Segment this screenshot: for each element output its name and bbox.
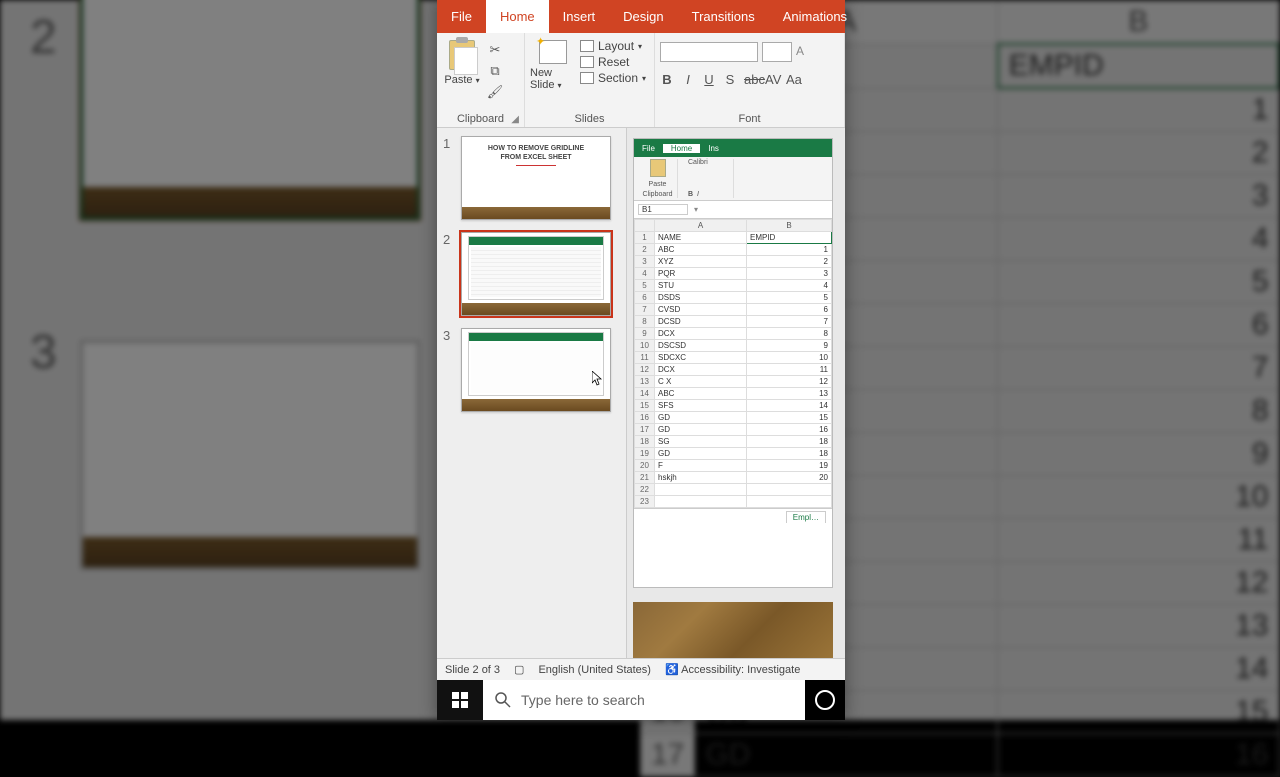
slide-number: 1 bbox=[443, 136, 453, 220]
increase-font-icon[interactable]: A bbox=[796, 44, 804, 58]
notes-icon[interactable]: ▢ bbox=[514, 663, 524, 676]
clipboard-icon bbox=[449, 40, 475, 70]
search-placeholder: Type here to search bbox=[521, 692, 645, 708]
start-button[interactable] bbox=[437, 680, 483, 720]
excel-worksheet[interactable]: AB 1NAMEEMPID 2ABC13XYZ24PQR35STU46DSDS5… bbox=[634, 219, 832, 508]
status-bar: Slide 2 of 3 ▢ English (United States) ♿… bbox=[437, 658, 845, 680]
slide-thumbnail-1[interactable]: HOW TO REMOVE GRIDLINEFROM EXCEL SHEET bbox=[461, 136, 611, 220]
tab-insert[interactable]: Insert bbox=[549, 0, 610, 33]
strike-button[interactable]: S bbox=[723, 72, 737, 87]
cut-icon[interactable]: ✂ bbox=[486, 41, 504, 59]
cortana-button[interactable] bbox=[805, 680, 845, 720]
taskbar-search[interactable]: Type here to search bbox=[483, 680, 805, 720]
tab-file[interactable]: File bbox=[437, 0, 486, 33]
slide-number: 2 bbox=[443, 232, 453, 316]
embedded-excel[interactable]: File Home Ins Paste Clipboard Calibri B … bbox=[633, 138, 833, 588]
tab-design[interactable]: Design bbox=[609, 0, 677, 33]
bg-slide-number: 3 bbox=[30, 325, 57, 380]
bold-button[interactable]: B bbox=[660, 72, 674, 87]
windows-taskbar: Type here to search bbox=[437, 680, 845, 720]
new-slide-button[interactable]: New Slide ▾ bbox=[530, 36, 576, 91]
excel-sheet-tab[interactable]: Empl… bbox=[786, 511, 826, 523]
windows-icon bbox=[452, 692, 468, 708]
bg-slide-number: 2 bbox=[30, 10, 57, 65]
powerpoint-window: File Home Insert Design Transitions Anim… bbox=[437, 0, 845, 720]
ribbon-tabs: File Home Insert Design Transitions Anim… bbox=[437, 0, 845, 33]
font-family-combo[interactable] bbox=[660, 42, 758, 62]
dialog-launcher-icon[interactable]: ◢ bbox=[511, 114, 519, 125]
search-icon bbox=[495, 692, 511, 708]
new-slide-icon bbox=[539, 40, 567, 64]
status-language[interactable]: English (United States) bbox=[538, 664, 651, 676]
cortana-icon bbox=[815, 690, 835, 710]
excel-paste-icon[interactable] bbox=[650, 159, 666, 177]
strikethrough-icon[interactable]: abc bbox=[744, 72, 758, 87]
status-slide-count: Slide 2 of 3 bbox=[445, 664, 500, 676]
section-button[interactable]: Section ▾ bbox=[580, 71, 646, 85]
ribbon-body: Paste ▾ ✂ ⧉ 🖌 Clipboard◢ New Slide ▾ Lay… bbox=[437, 33, 845, 128]
slide-footer-band bbox=[633, 602, 833, 658]
format-painter-icon[interactable]: 🖌 bbox=[486, 83, 504, 101]
excel-tab-file[interactable]: File bbox=[634, 144, 663, 153]
slide-number: 3 bbox=[443, 328, 453, 412]
accessibility-status[interactable]: ♿ Accessibility: Investigate bbox=[665, 663, 800, 676]
copy-icon[interactable]: ⧉ bbox=[486, 62, 504, 80]
italic-button[interactable]: I bbox=[681, 72, 695, 87]
tab-transitions[interactable]: Transitions bbox=[678, 0, 769, 33]
excel-tab-insert[interactable]: Ins bbox=[700, 144, 727, 153]
font-size-combo[interactable] bbox=[762, 42, 792, 62]
tab-home[interactable]: Home bbox=[486, 0, 549, 33]
excel-font-name[interactable]: Calibri bbox=[688, 159, 729, 166]
tab-animations[interactable]: Animations bbox=[769, 0, 861, 33]
slide-thumbnail-3[interactable] bbox=[461, 328, 611, 412]
slide-thumbnail-2[interactable] bbox=[461, 232, 611, 316]
excel-name-box[interactable]: B1 bbox=[638, 204, 688, 215]
slide-canvas-area[interactable]: File Home Ins Paste Clipboard Calibri B … bbox=[627, 128, 845, 658]
reset-button[interactable]: Reset bbox=[580, 55, 646, 69]
char-spacing-icon[interactable]: AV bbox=[765, 72, 779, 87]
slide-thumbnail-panel[interactable]: 1 HOW TO REMOVE GRIDLINEFROM EXCEL SHEET… bbox=[437, 128, 627, 658]
excel-tab-home[interactable]: Home bbox=[663, 144, 700, 153]
paste-button[interactable]: Paste ▾ bbox=[442, 36, 482, 86]
change-case-icon[interactable]: Aa bbox=[786, 72, 800, 87]
underline-button[interactable]: U bbox=[702, 72, 716, 87]
layout-button[interactable]: Layout ▾ bbox=[580, 39, 646, 53]
